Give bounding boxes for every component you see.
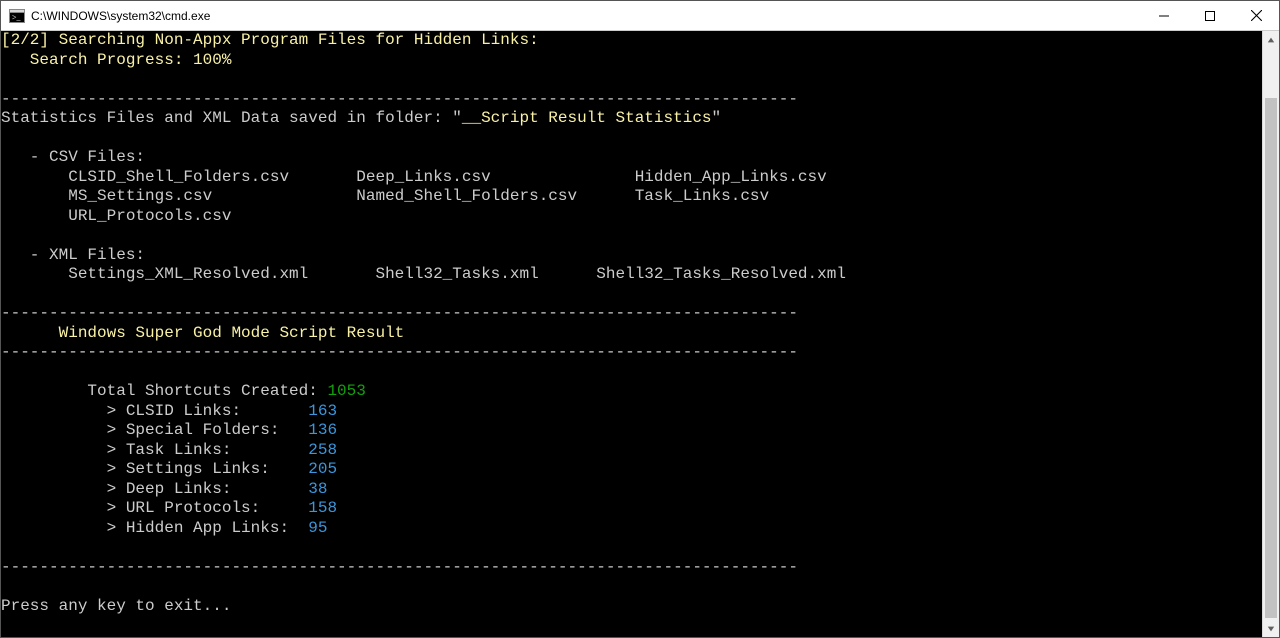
xml-row-1: Settings_XML_Resolved.xml Shell32_Tasks.…: [1, 265, 1262, 285]
scroll-down-button[interactable]: [1263, 620, 1279, 637]
result-row-3: > Settings Links: 205: [1, 460, 1262, 480]
close-button[interactable]: [1233, 1, 1279, 30]
result-row-1: > Special Folders: 136: [1, 421, 1262, 441]
scroll-up-button[interactable]: [1263, 31, 1279, 48]
result-row-5: > URL Protocols: 158: [1, 499, 1262, 519]
stats-header: Statistics Files and XML Data saved in f…: [1, 109, 1262, 129]
xml-label: - XML Files:: [1, 246, 1262, 266]
divider: ----------------------------------------…: [1, 558, 1262, 578]
progress-line-1: [2/2] Searching Non-Appx Program Files f…: [1, 31, 1262, 51]
blank: [1, 129, 1262, 149]
blank: [1, 577, 1262, 597]
csv-row-1: CLSID_Shell_Folders.csv Deep_Links.csv H…: [1, 168, 1262, 188]
maximize-button[interactable]: [1187, 1, 1233, 30]
window-controls: [1141, 1, 1279, 30]
cmd-icon: >_: [9, 8, 25, 24]
total-shortcuts: Total Shortcuts Created: 1053: [1, 382, 1262, 402]
csv-label: - CSV Files:: [1, 148, 1262, 168]
divider: ----------------------------------------…: [1, 304, 1262, 324]
csv-row-2: MS_Settings.csv Named_Shell_Folders.csv …: [1, 187, 1262, 207]
result-row-4: > Deep Links: 38: [1, 480, 1262, 500]
result-title: Windows Super God Mode Script Result: [1, 324, 1262, 344]
blank: [1, 538, 1262, 558]
terminal-output[interactable]: [2/2] Searching Non-Appx Program Files f…: [1, 31, 1262, 637]
titlebar[interactable]: >_ C:\WINDOWS\system32\cmd.exe: [1, 1, 1279, 31]
cmd-window: >_ C:\WINDOWS\system32\cmd.exe [2/2] Sea…: [0, 0, 1280, 638]
blank: [1, 70, 1262, 90]
vertical-scrollbar[interactable]: [1262, 31, 1279, 637]
svg-text:>_: >_: [12, 13, 22, 22]
scroll-thumb[interactable]: [1265, 98, 1277, 618]
result-row-0: > CLSID Links: 163: [1, 402, 1262, 422]
client-area: [2/2] Searching Non-Appx Program Files f…: [1, 31, 1279, 637]
blank: [1, 285, 1262, 305]
footer-prompt: Press any key to exit...: [1, 597, 1262, 617]
blank: [1, 226, 1262, 246]
result-row-6: > Hidden App Links: 95: [1, 519, 1262, 539]
progress-line-2: Search Progress: 100%: [1, 51, 1262, 71]
result-row-2: > Task Links: 258: [1, 441, 1262, 461]
minimize-button[interactable]: [1141, 1, 1187, 30]
blank: [1, 363, 1262, 383]
csv-row-3: URL_Protocols.csv: [1, 207, 1262, 227]
divider: ----------------------------------------…: [1, 90, 1262, 110]
window-title: C:\WINDOWS\system32\cmd.exe: [31, 9, 210, 23]
divider: ----------------------------------------…: [1, 343, 1262, 363]
